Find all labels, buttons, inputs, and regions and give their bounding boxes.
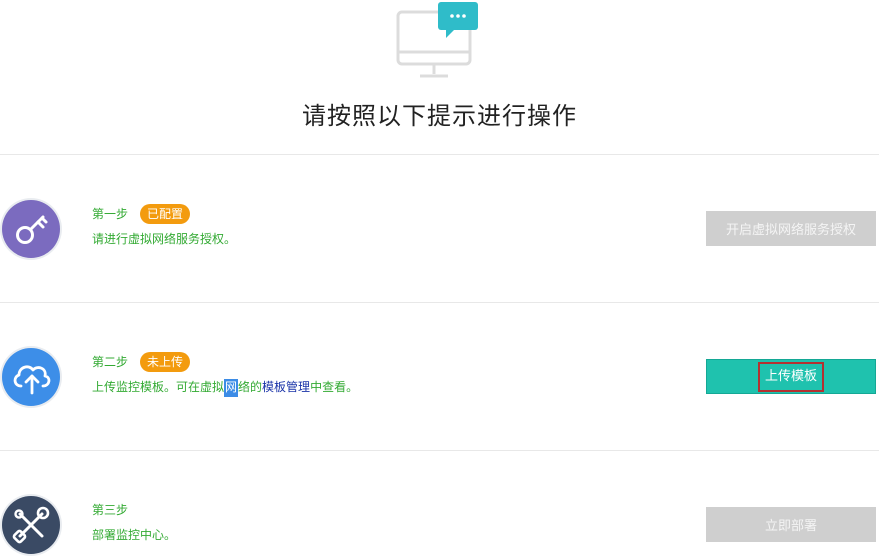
upload-template-label: 上传模板 xyxy=(757,361,824,392)
template-management-link[interactable]: 模板管理 xyxy=(262,380,310,394)
cloud-upload-icon xyxy=(2,348,60,406)
step-title-text: 第二步 xyxy=(92,355,129,369)
description-text: 上传监控模板。可在虚拟 xyxy=(92,380,225,394)
step-description: 请进行虚拟网络服务授权。 xyxy=(92,232,237,246)
divider xyxy=(0,154,879,155)
divider xyxy=(0,302,879,303)
description-text: 络的 xyxy=(238,380,263,394)
tools-icon xyxy=(2,496,60,554)
status-badge: 未上传 xyxy=(140,352,191,372)
step-2: 第二步 未上传 上传监控模板。可在虚拟网络的模板管理中查看。 上传模板 xyxy=(0,326,879,426)
step-1: 第一步 已配置 请进行虚拟网络服务授权。 开启虚拟网络服务授权 xyxy=(0,178,879,278)
step-title-text: 第三步 xyxy=(92,503,129,517)
key-icon xyxy=(2,200,60,258)
enable-authorization-button[interactable]: 开启虚拟网络服务授权 xyxy=(706,211,876,246)
monitor-chat-icon xyxy=(396,0,480,80)
upload-template-button[interactable]: 上传模板 xyxy=(706,359,876,394)
page: 请按照以下提示进行操作 第一步 已配置 请进行虚拟网络服务授权。 开启虚拟网络服… xyxy=(0,0,879,557)
deploy-now-button[interactable]: 立即部署 xyxy=(706,507,876,542)
step-title: 第一步 已配置 xyxy=(92,204,191,224)
step-3: 第三步 部署监控中心。 立即部署 xyxy=(0,474,879,557)
step-description: 部署监控中心。 xyxy=(92,528,177,542)
status-badge: 已配置 xyxy=(140,204,191,224)
page-title: 请按照以下提示进行操作 xyxy=(302,102,577,130)
selected-text: 网 xyxy=(224,379,239,397)
step-title-text: 第一步 xyxy=(92,207,129,221)
description-text: 中查看。 xyxy=(310,380,359,394)
step-title: 第二步 未上传 xyxy=(92,352,191,372)
step-description: 上传监控模板。可在虚拟网络的模板管理中查看。 xyxy=(92,379,359,397)
divider xyxy=(0,450,879,451)
step-title: 第三步 xyxy=(92,502,128,518)
